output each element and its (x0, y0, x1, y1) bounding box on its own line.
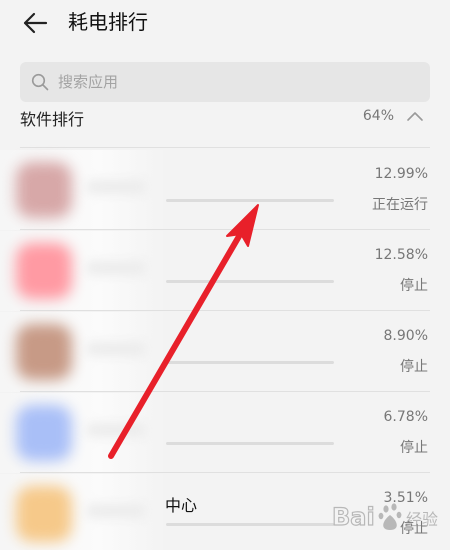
app-row[interactable]: 8.90% 停止 (0, 312, 450, 392)
divider (20, 229, 430, 230)
app-row[interactable]: 12.99% 正在运行 (0, 150, 450, 230)
svg-text:Bai: Bai (332, 503, 375, 531)
app-icon (16, 405, 72, 461)
blurred-app-name (86, 261, 146, 275)
baidu-watermark-logo: Bai 经验 (331, 502, 438, 531)
divider (20, 391, 430, 392)
divider (20, 472, 430, 473)
usage-bar (166, 523, 334, 526)
blurred-app-name (86, 180, 146, 194)
usage-percent: 8.90% (383, 328, 428, 344)
blurred-app-info (0, 231, 166, 311)
usage-bar (166, 199, 334, 202)
run-status: 停止 (400, 440, 428, 456)
usage-percent: 12.58% (374, 247, 428, 263)
usage-percent: 12.99% (374, 166, 428, 182)
top-bar: 耗电排行 (0, 0, 450, 50)
app-name: 中心 (165, 496, 198, 515)
app-icon (16, 162, 72, 218)
run-status: 停止 (400, 359, 428, 375)
blurred-app-info (0, 150, 166, 230)
app-row[interactable]: 6.78% 停止 (0, 393, 450, 473)
blurred-app-name (86, 342, 146, 356)
app-icon (16, 486, 72, 542)
search-icon (31, 73, 49, 91)
app-icon (16, 324, 72, 380)
section-percent: 64% (362, 108, 394, 124)
divider (20, 147, 430, 148)
section-title: 软件排行 (20, 110, 85, 129)
search-input[interactable] (58, 62, 418, 102)
usage-bar (166, 280, 334, 283)
blurred-app-info (0, 312, 166, 392)
app-row[interactable]: 12.58% 停止 (0, 231, 450, 311)
run-status: 正在运行 (372, 197, 428, 213)
page-title: 耗电排行 (68, 10, 148, 34)
software-ranking-header[interactable]: 软件排行 64% (20, 106, 430, 134)
usage-percent: 6.78% (383, 409, 428, 425)
chevron-up-icon (407, 112, 423, 121)
search-box[interactable] (20, 62, 430, 102)
usage-bar (166, 361, 334, 364)
divider (20, 310, 430, 311)
blurred-app-name (86, 423, 146, 437)
blurred-app-info (0, 393, 166, 473)
svg-text:经验: 经验 (406, 510, 438, 529)
run-status: 停止 (400, 278, 428, 294)
app-icon (16, 243, 72, 299)
battery-ranking-screen: 耗电排行 软件排行 64% 12.99% 正在运行 (0, 0, 450, 550)
arrow-left-icon (23, 12, 48, 34)
blurred-app-name (86, 504, 146, 518)
usage-bar (166, 442, 334, 445)
blurred-app-info (0, 474, 166, 550)
back-button[interactable] (20, 8, 50, 38)
